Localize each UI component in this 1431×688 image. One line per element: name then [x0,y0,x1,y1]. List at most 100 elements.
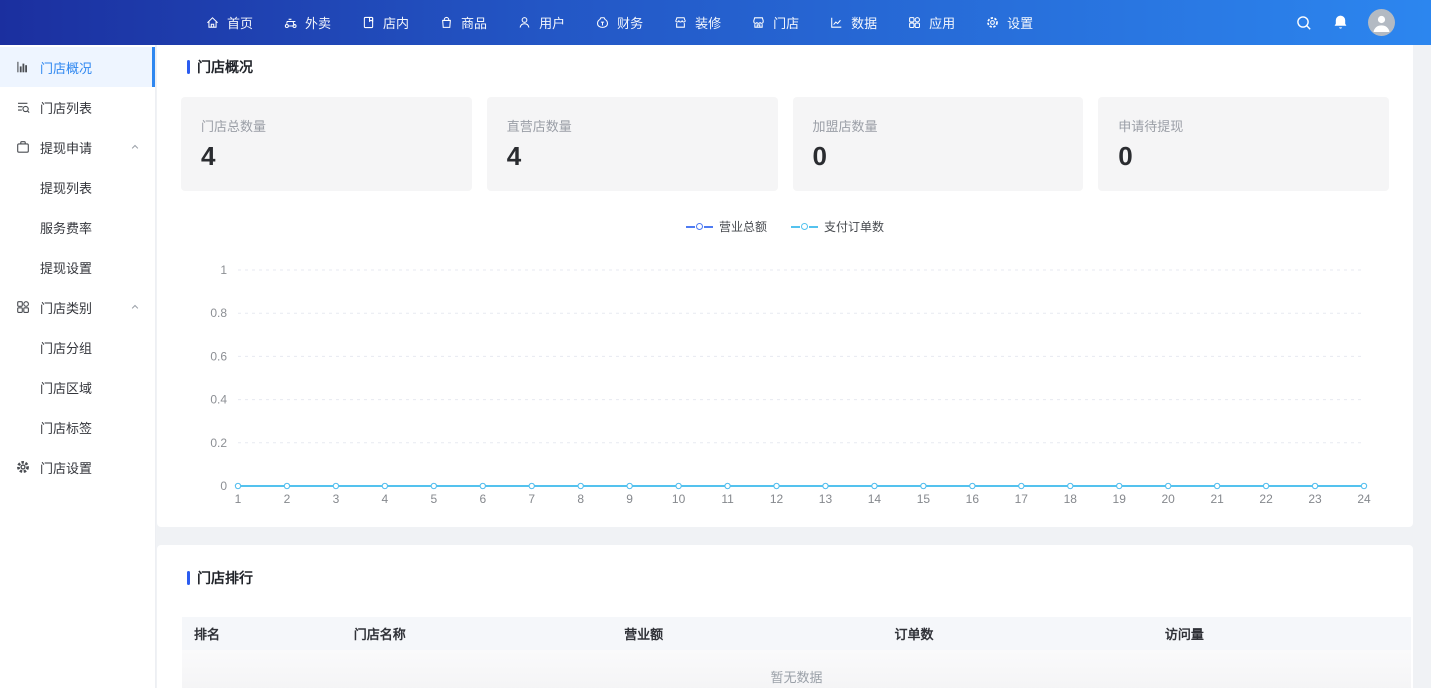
sidebar-item-store-region[interactable]: 门店区域 [0,367,155,407]
svg-text:0.8: 0.8 [210,306,227,320]
svg-text:2: 2 [284,492,291,506]
nav-item-users[interactable]: 用户 [517,13,565,32]
svg-text:0.4: 0.4 [210,393,227,407]
svg-text:0.6: 0.6 [210,349,227,363]
sidebar-item-label: 提现列表 [40,178,92,197]
nav-item-label: 门店 [773,13,799,32]
empty-state: 暂无数据 [182,650,1411,688]
chevron-up-icon [129,141,141,153]
finance-icon [595,15,610,30]
nav-item-label: 数据 [851,13,877,32]
nav-item-home[interactable]: 首页 [205,13,253,32]
nav-menu: 首页 外卖 店内 商品 用户 财务 装修 门店 [205,13,1033,32]
sidebar-item-store-overview[interactable]: 门店概况 [0,47,155,87]
svg-text:19: 19 [1113,492,1127,506]
avatar[interactable] [1368,9,1395,36]
sidebar-item-withdraw-list[interactable]: 提现列表 [0,167,155,207]
svg-text:8: 8 [577,492,584,506]
users-icon [517,15,532,30]
svg-text:4: 4 [382,492,389,506]
svg-text:3: 3 [333,492,340,506]
settings-icon [985,15,1000,30]
svg-text:1: 1 [235,492,242,506]
column-header-revenue: 营业额 [612,624,882,643]
sidebar-item-service-rate[interactable]: 服务费率 [0,207,155,247]
svg-text:11: 11 [721,492,734,506]
svg-text:14: 14 [868,492,882,506]
svg-text:9: 9 [626,492,633,506]
instore-icon [361,15,376,30]
ranking-title: 门店排行 [197,568,253,588]
nav-item-decorate[interactable]: 装修 [673,13,721,32]
nav-item-goods[interactable]: 商品 [439,13,487,32]
nav-item-label: 应用 [929,13,955,32]
grid-icon [15,299,31,315]
svg-text:0: 0 [220,479,227,493]
svg-text:6: 6 [479,492,486,506]
sidebar-item-label: 提现申请 [40,138,92,157]
sidebar-item-label: 门店区域 [40,378,92,397]
column-header-store: 门店名称 [342,624,612,643]
store-icon [751,15,766,30]
svg-text:20: 20 [1161,492,1175,506]
sidebar-item-withdraw-apply[interactable]: 提现申请 [0,127,155,167]
nav-item-label: 商品 [461,13,487,32]
sidebar-item-store-list[interactable]: 门店列表 [0,87,155,127]
sidebar-item-label: 门店设置 [40,458,92,477]
sidebar-item-withdraw-settings[interactable]: 提现设置 [0,247,155,287]
svg-text:13: 13 [819,492,833,506]
overview-panel: 门店概况 门店总数量 4 直营店数量 4 加盟店数量 0 申请待提现 0 [157,45,1413,527]
top-nav: 首页 外卖 店内 商品 用户 财务 装修 门店 [0,0,1431,45]
sidebar-item-label: 门店列表 [40,98,92,117]
nav-item-label: 装修 [695,13,721,32]
svg-text:10: 10 [672,492,686,506]
sidebar-item-store-group[interactable]: 门店分组 [0,327,155,367]
ranking-table-header: 排名 门店名称 营业额 订单数 访问量 [182,617,1411,650]
sidebar-item-label: 服务费率 [40,218,92,237]
svg-text:0.2: 0.2 [210,436,227,450]
nav-item-data[interactable]: 数据 [829,13,877,32]
sidebar-item-label: 门店类别 [40,298,92,317]
bell-icon[interactable] [1332,14,1349,31]
nav-item-takeout[interactable]: 外卖 [283,13,331,32]
ranking-table: 排名 门店名称 营业额 订单数 访问量 暂无数据 [182,617,1411,688]
overview-chart: 00.20.40.60.8112345678910111213141516171… [157,45,1413,527]
list-search-icon [15,99,31,115]
goods-icon [439,15,454,30]
svg-text:15: 15 [917,492,931,506]
sidebar-item-label: 门店概况 [40,58,92,77]
ranking-section-header: 门店排行 [187,568,253,588]
svg-text:12: 12 [770,492,784,506]
sidebar-item-store-category[interactable]: 门店类别 [0,287,155,327]
sidebar-item-store-settings[interactable]: 门店设置 [0,447,155,487]
column-header-visits: 访问量 [1153,624,1411,643]
nav-right-tools [1295,9,1395,36]
ranking-panel: 门店排行 排名 门店名称 营业额 订单数 访问量 暂无数据 [157,545,1413,688]
svg-text:7: 7 [528,492,535,506]
chart-bar-icon [15,59,31,75]
nav-item-finance[interactable]: 财务 [595,13,643,32]
nav-item-apps[interactable]: 应用 [907,13,955,32]
empty-state-text: 暂无数据 [770,667,822,686]
svg-text:24: 24 [1357,492,1371,506]
main-content: 门店概况 门店总数量 4 直营店数量 4 加盟店数量 0 申请待提现 0 [157,45,1413,688]
nav-item-label: 设置 [1007,13,1033,32]
home-icon [205,15,220,30]
svg-text:5: 5 [430,492,437,506]
nav-item-instore[interactable]: 店内 [361,13,409,32]
svg-text:16: 16 [966,492,980,506]
nav-item-settings[interactable]: 设置 [985,13,1033,32]
sidebar: 门店概况 门店列表 提现申请 提现列表 服务费率 提现设置 门店类别 门店分组 … [0,45,156,688]
sidebar-item-label: 提现设置 [40,258,92,277]
sidebar-item-store-tags[interactable]: 门店标签 [0,407,155,447]
sidebar-item-label: 门店分组 [40,338,92,357]
svg-text:17: 17 [1015,492,1029,506]
svg-text:18: 18 [1064,492,1078,506]
svg-text:23: 23 [1308,492,1322,506]
search-icon[interactable] [1295,14,1313,32]
nav-item-label: 财务 [617,13,643,32]
nav-item-store[interactable]: 门店 [751,13,799,32]
svg-text:21: 21 [1210,492,1224,506]
svg-text:22: 22 [1259,492,1273,506]
column-header-orders: 订单数 [883,624,1153,643]
